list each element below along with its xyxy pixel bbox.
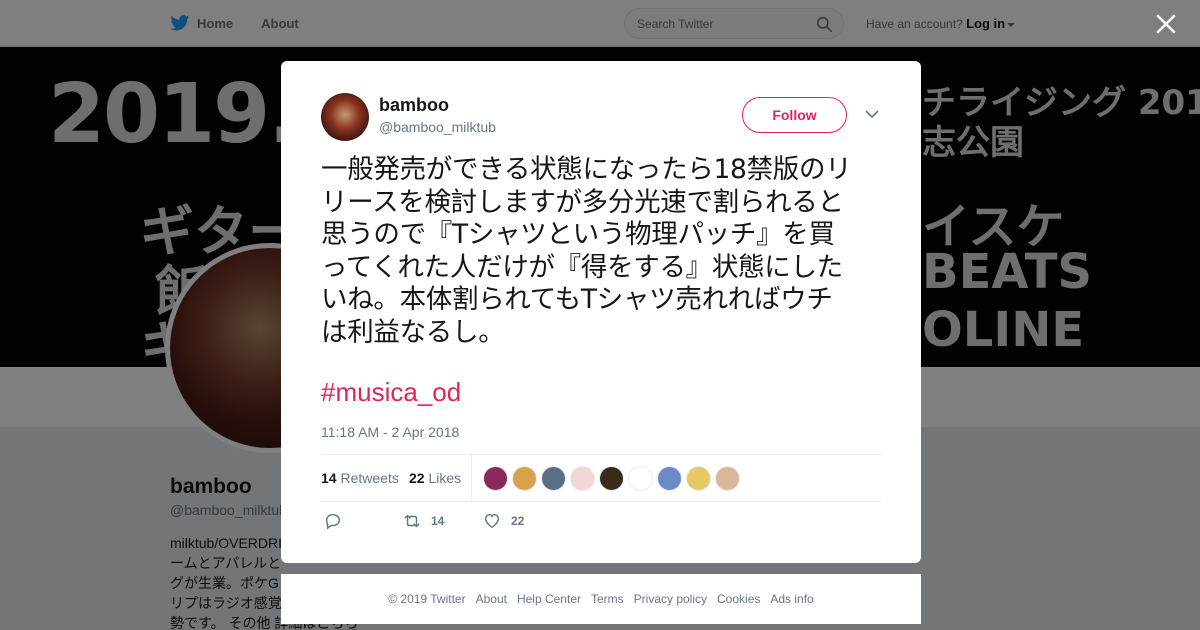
liker-avatar[interactable] — [599, 466, 624, 491]
close-icon[interactable] — [1153, 11, 1179, 37]
tweet-actions: 14 22 — [321, 512, 621, 534]
author-handle[interactable]: @bamboo_milktub — [379, 119, 496, 135]
liker-avatar[interactable] — [715, 466, 740, 491]
author-avatar[interactable] — [321, 93, 369, 141]
footer-link-ads-info[interactable]: Ads info — [770, 592, 813, 606]
like-count: 22 — [511, 514, 525, 528]
reply-icon — [325, 513, 341, 530]
likes-stat[interactable]: 22 Likes — [409, 470, 461, 486]
retweet-button[interactable]: 14 — [403, 512, 444, 530]
follow-button[interactable]: Follow — [742, 97, 847, 133]
retweets-label: Retweets — [340, 470, 399, 486]
tweet-text-line: いね。本体割られてもTシャツ売れればウチ — [321, 284, 833, 315]
footer-link-cookies[interactable]: Cookies — [717, 592, 760, 606]
liker-avatar[interactable] — [483, 466, 508, 491]
retweets-stat[interactable]: 14 Retweets — [321, 470, 399, 486]
footer-link-about[interactable]: About — [476, 592, 507, 606]
tweet-modal: bamboo @bamboo_milktub Follow 一般発売ができる状態… — [281, 61, 921, 563]
like-button[interactable]: 22 — [483, 512, 524, 530]
reply-button[interactable] — [324, 512, 352, 530]
tweet-text-line: ってくれた人だけが『得をする』状態にした — [321, 251, 843, 283]
likers-avatars — [483, 466, 744, 491]
author-name[interactable]: bamboo — [379, 95, 449, 116]
liker-avatar[interactable] — [512, 466, 537, 491]
tweet-text: 一般発売ができる状態になったら18禁版のリ リースを検討しますが多分光速で割られ… — [321, 154, 883, 349]
tweet-text-line: 一般発売ができる状態になったら18禁版のリ — [321, 154, 852, 185]
heart-icon — [484, 513, 500, 529]
retweet-count: 14 — [431, 514, 445, 528]
tweet-text-line: リースを検討しますが多分光速で割られると — [321, 186, 844, 218]
footer-link-privacy[interactable]: Privacy policy — [634, 592, 707, 606]
liker-avatar[interactable] — [570, 466, 595, 491]
footer-link-terms[interactable]: Terms — [591, 592, 624, 606]
liker-avatar[interactable] — [686, 466, 711, 491]
footer-link-help-center[interactable]: Help Center — [517, 592, 581, 606]
hashtag-link[interactable]: #musica_od — [321, 377, 461, 408]
stats-divider — [471, 455, 472, 502]
tweet-text-line: は利益なるし。 — [321, 316, 505, 348]
tweet-stats: 14 Retweets 22 Likes — [321, 454, 881, 502]
retweets-count: 14 — [321, 470, 337, 486]
footer: © 2019 Twitter About Help Center Terms P… — [281, 574, 921, 624]
likes-label: Likes — [428, 470, 462, 486]
liker-avatar[interactable] — [628, 466, 653, 491]
likes-count: 22 — [409, 470, 425, 486]
retweet-icon — [404, 514, 420, 528]
liker-avatar[interactable] — [541, 466, 566, 491]
footer-copyright: © 2019 Twitter — [388, 592, 466, 606]
tweet-text-line: 思うので『Tシャツという物理パッチ』を買 — [321, 219, 835, 250]
chevron-down-icon[interactable] — [865, 109, 879, 119]
liker-avatar[interactable] — [657, 466, 682, 491]
tweet-timestamp[interactable]: 11:18 AM - 2 Apr 2018 — [321, 424, 459, 440]
